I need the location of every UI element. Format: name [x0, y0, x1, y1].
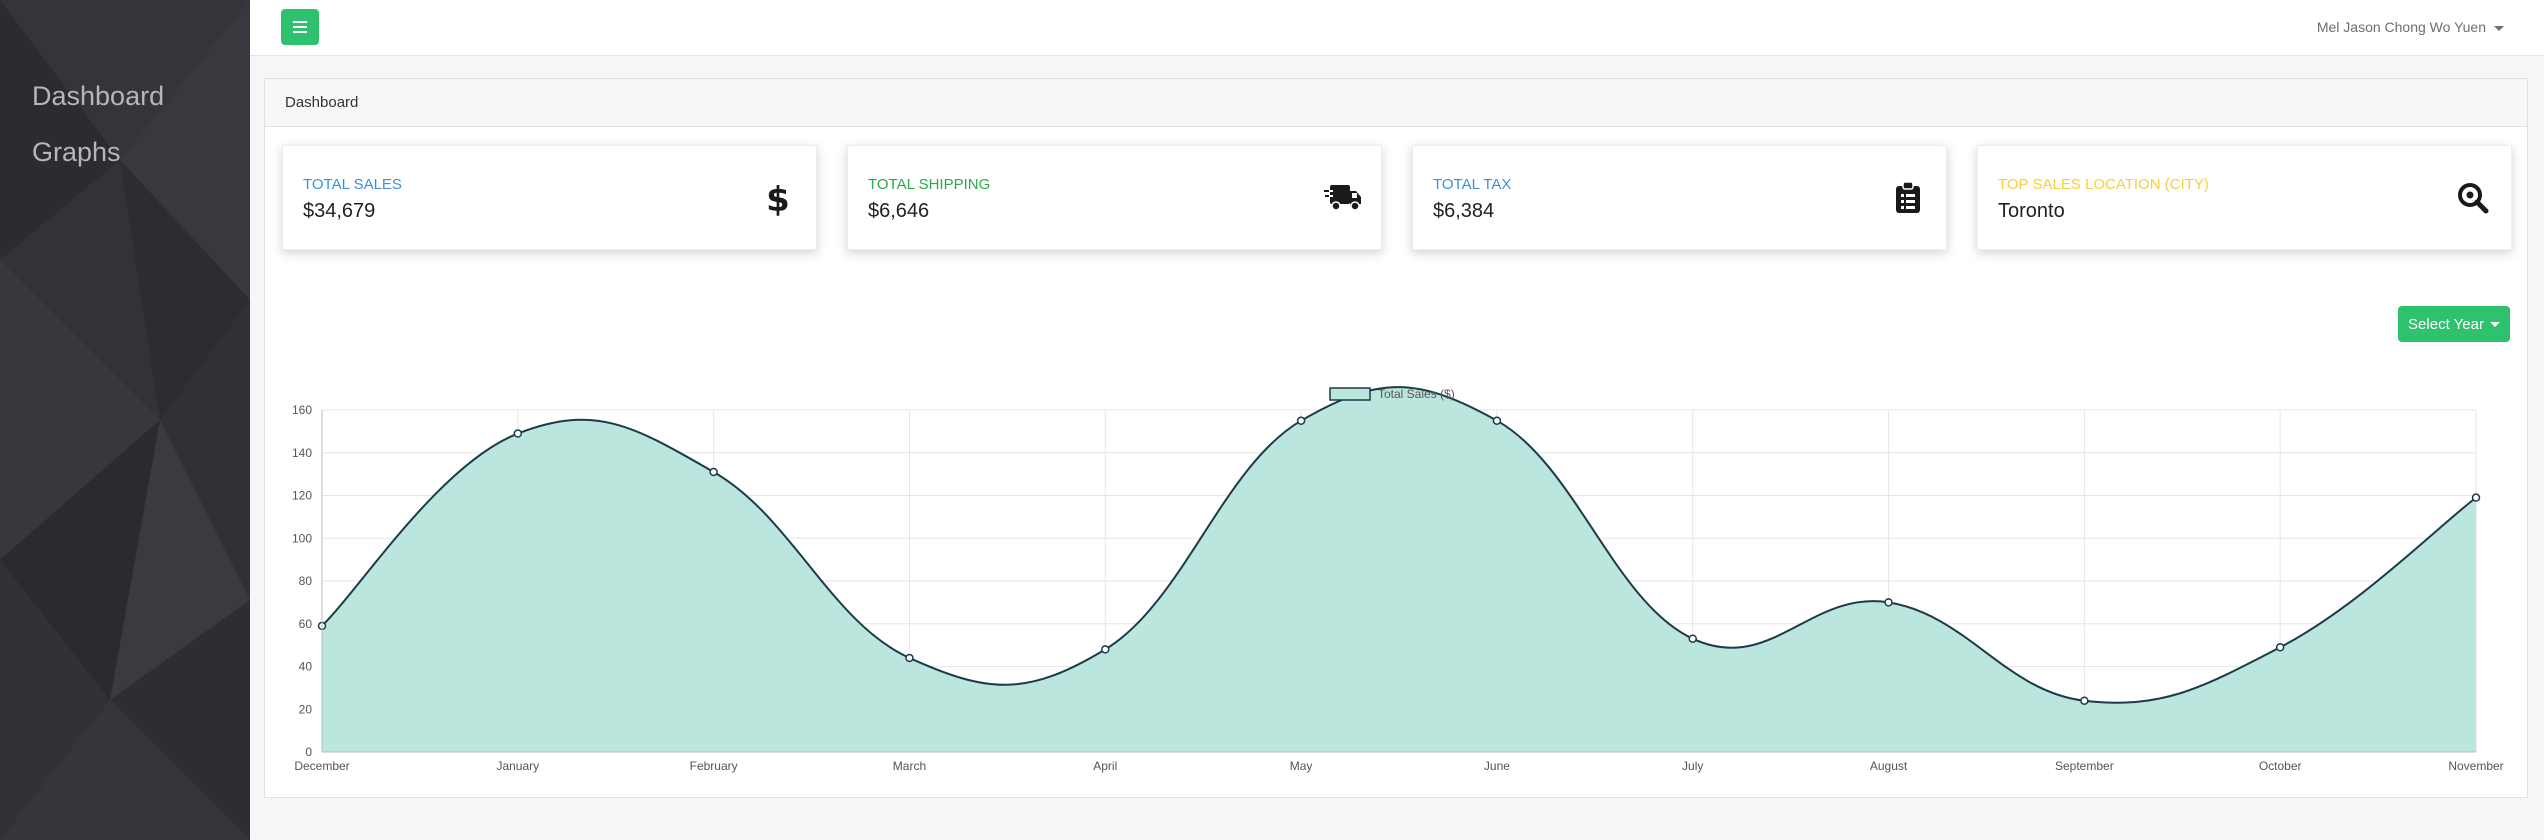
sales-area — [322, 387, 2476, 752]
sidebar-nav: Dashboard Graphs — [32, 68, 164, 180]
stat-value: $34,679 — [303, 200, 376, 222]
x-tick-label: February — [690, 759, 738, 773]
data-point — [2471, 493, 2481, 502]
stat-label: TOTAL TAX — [1433, 176, 1512, 193]
x-tick-label: July — [1682, 759, 1703, 773]
y-tick-label: 60 — [299, 617, 313, 631]
user-menu-dropdown[interactable]: Mel Jason Chong Wo Yuen — [2317, 19, 2504, 35]
stat-value: $6,384 — [1433, 200, 1495, 222]
stat-card-total-shipping: TOTAL SHIPPING $6,646 — [847, 145, 1382, 250]
data-point — [1101, 645, 1110, 654]
stat-label: TOP SALES LOCATION (CITY) — [1998, 176, 2209, 193]
select-year-dropdown[interactable]: Select Year — [2398, 306, 2510, 342]
x-tick-label: October — [2259, 759, 2302, 773]
stat-card-top-sales-location: TOP SALES LOCATION (CITY) Toronto — [1977, 145, 2512, 250]
y-tick-label: 80 — [299, 574, 313, 588]
y-tick-label: 160 — [292, 403, 312, 417]
shipping-truck-icon — [1323, 178, 1363, 218]
magnifier-icon — [2453, 178, 2493, 218]
x-tick-label: January — [496, 759, 539, 773]
x-tick-label: April — [1093, 759, 1117, 773]
y-tick-label: 100 — [292, 531, 312, 545]
stat-label: TOTAL SHIPPING — [868, 176, 991, 193]
stat-card-total-tax: TOTAL TAX $6,384 — [1412, 145, 1947, 250]
y-tick-label: 20 — [299, 702, 313, 716]
stat-label: TOTAL SALES — [303, 176, 402, 193]
menu-toggle-button[interactable] — [281, 9, 319, 45]
y-tick-label: 140 — [292, 446, 312, 460]
sidebar: Dashboard Graphs — [0, 0, 250, 840]
data-point — [2275, 643, 2285, 652]
stat-value: Toronto — [1998, 200, 2065, 222]
x-tick-label: June — [1484, 759, 1510, 773]
clipboard-icon — [1888, 178, 1928, 218]
stat-value: $6,646 — [868, 200, 930, 222]
stat-card-total-sales: TOTAL SALES $34,679 $ — [282, 145, 817, 250]
panel-title: Dashboard — [265, 79, 2527, 127]
x-tick-label: September — [2055, 759, 2114, 773]
select-year-label: Select Year — [2408, 315, 2484, 333]
user-name: Mel Jason Chong Wo Yuen — [2316, 19, 2486, 35]
data-point — [1492, 416, 1502, 425]
legend-swatch — [1329, 387, 1371, 401]
x-tick-label: December — [294, 759, 349, 773]
y-tick-label: 0 — [305, 745, 312, 759]
svg-text:$: $ — [766, 180, 790, 216]
data-point — [1884, 598, 1893, 607]
sales-area-chart: 0 20 40 60 80 100 120 140 160 December January Febr… — [292, 386, 2504, 773]
data-point — [2080, 696, 2089, 705]
hamburger-icon — [293, 21, 307, 33]
x-tick-label: March — [893, 759, 926, 773]
data-point — [1688, 634, 1697, 643]
y-tick-label: 40 — [299, 660, 313, 674]
chevron-down-icon — [2489, 322, 2500, 328]
data-point — [1296, 416, 1306, 425]
dollar-icon: $ — [758, 178, 798, 218]
data-point — [905, 653, 914, 663]
chevron-down-icon — [2494, 25, 2504, 31]
top-navbar: Mel Jason Chong Wo Yuen — [250, 0, 2544, 56]
sidebar-item-dashboard[interactable]: Dashboard — [32, 68, 164, 124]
y-tick-label: 120 — [292, 489, 312, 503]
x-tick-label: November — [2448, 759, 2503, 773]
legend-label: Total Sales ($) — [1378, 387, 1455, 401]
data-point — [709, 467, 718, 477]
x-tick-label: August — [1870, 759, 1908, 773]
x-tick-label: May — [1290, 759, 1313, 773]
data-point — [513, 429, 523, 438]
sidebar-item-graphs[interactable]: Graphs — [32, 124, 164, 180]
